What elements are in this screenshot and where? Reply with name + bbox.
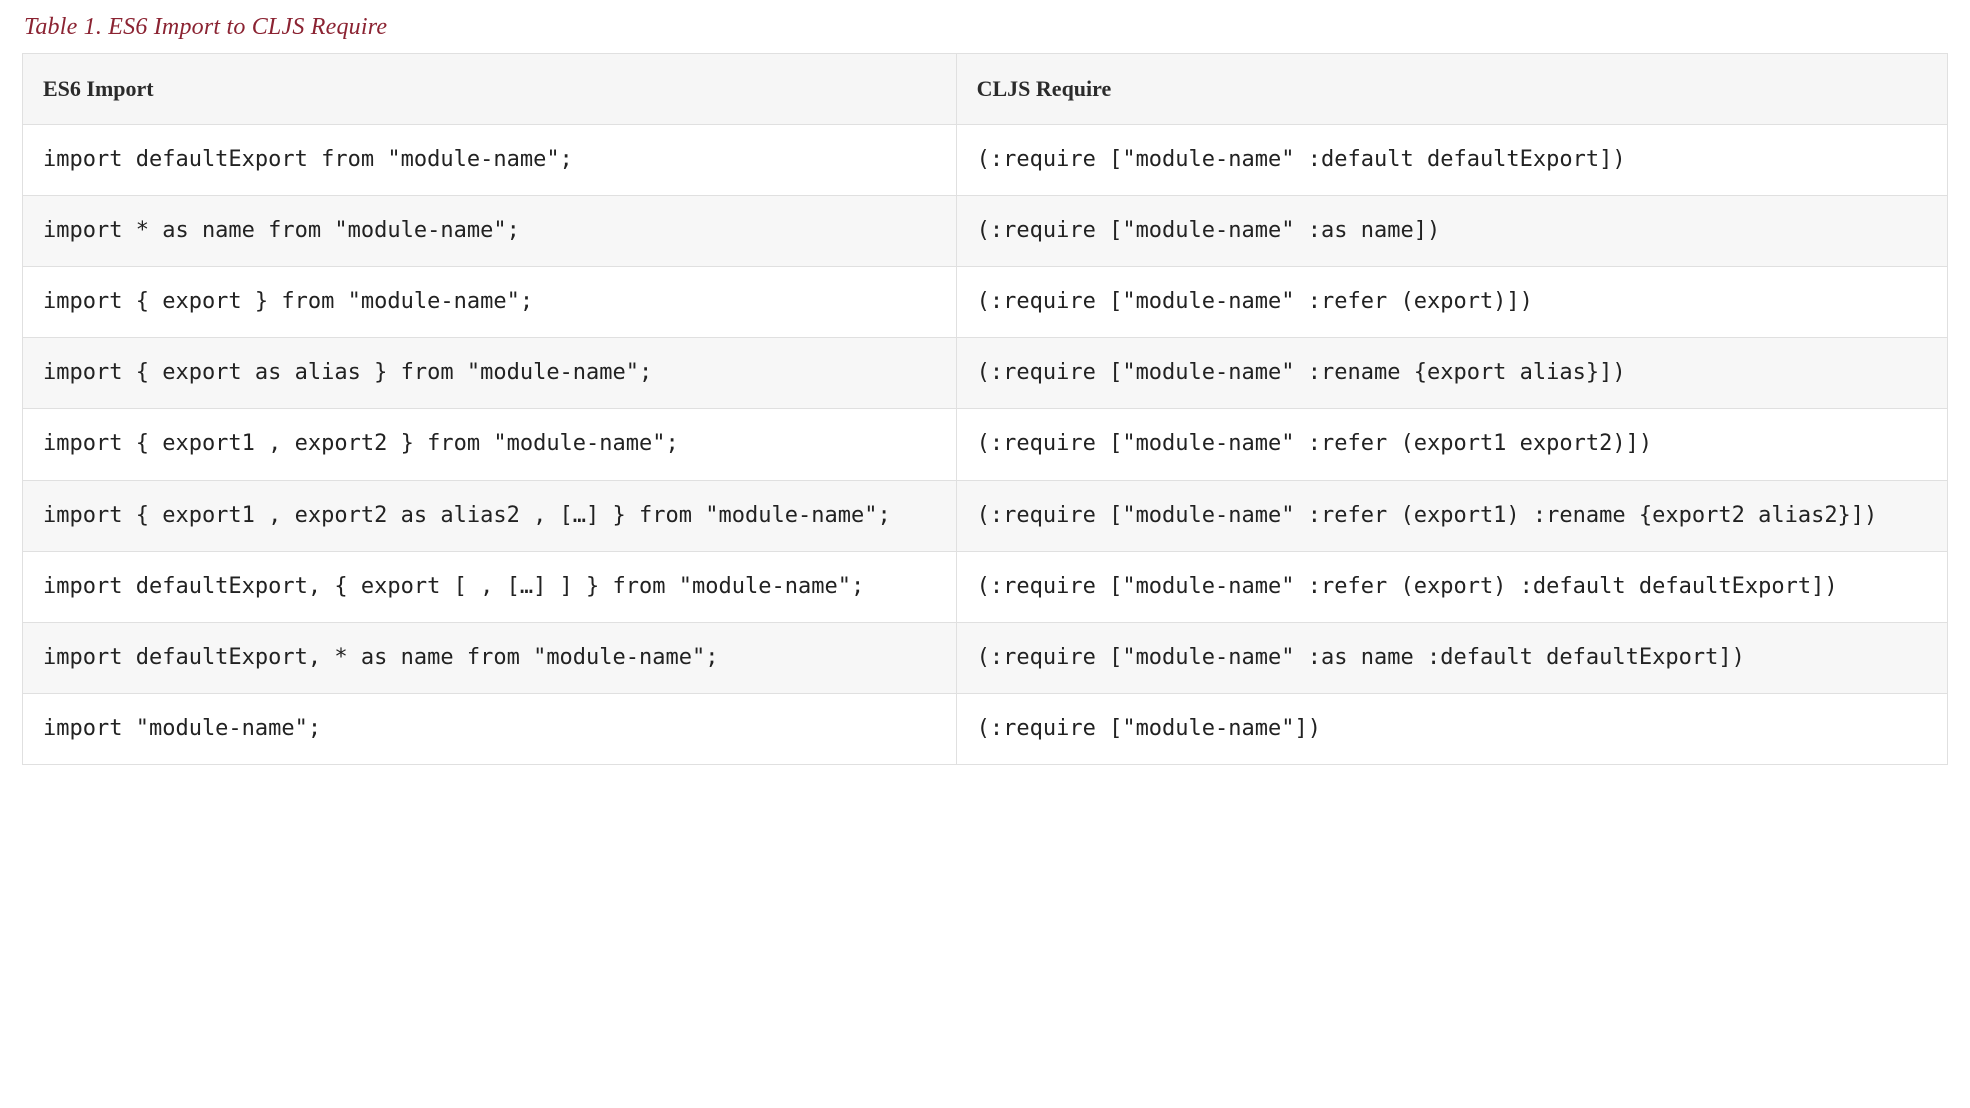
cell-cljs: (:require ["module-name" :default defaul… xyxy=(956,125,1947,196)
cell-es6: import * as name from "module-name"; xyxy=(23,196,957,267)
table-row: import { export } from "module-name"; (:… xyxy=(23,267,1948,338)
cell-es6: import defaultExport, * as name from "mo… xyxy=(23,622,957,693)
cell-es6: import { export } from "module-name"; xyxy=(23,267,957,338)
table-row: import defaultExport, * as name from "mo… xyxy=(23,622,1948,693)
cell-cljs: (:require ["module-name" :rename {export… xyxy=(956,338,1947,409)
cell-cljs: (:require ["module-name" :as name :defau… xyxy=(956,622,1947,693)
cell-cljs: (:require ["module-name"]) xyxy=(956,693,1947,764)
header-cljs: CLJS Require xyxy=(956,54,1947,125)
header-es6: ES6 Import xyxy=(23,54,957,125)
cell-cljs: (:require ["module-name" :refer (export1… xyxy=(956,409,1947,480)
import-require-table: ES6 Import CLJS Require import defaultEx… xyxy=(22,53,1948,765)
table-caption: Table 1. ES6 Import to CLJS Require xyxy=(24,14,1948,41)
table-row: import { export1 , export2 } from "modul… xyxy=(23,409,1948,480)
cell-cljs: (:require ["module-name" :refer (export)… xyxy=(956,551,1947,622)
cell-es6: import "module-name"; xyxy=(23,693,957,764)
cell-cljs: (:require ["module-name" :refer (export)… xyxy=(956,267,1947,338)
table-row: import defaultExport from "module-name";… xyxy=(23,125,1948,196)
table-row: import * as name from "module-name"; (:r… xyxy=(23,196,1948,267)
cell-es6: import defaultExport, { export [ , […] ]… xyxy=(23,551,957,622)
table-row: import { export as alias } from "module-… xyxy=(23,338,1948,409)
cell-es6: import defaultExport from "module-name"; xyxy=(23,125,957,196)
table-row: import "module-name"; (:require ["module… xyxy=(23,693,1948,764)
cell-cljs: (:require ["module-name" :as name]) xyxy=(956,196,1947,267)
cell-es6: import { export as alias } from "module-… xyxy=(23,338,957,409)
cell-es6: import { export1 , export2 } from "modul… xyxy=(23,409,957,480)
cell-es6: import { export1 , export2 as alias2 , [… xyxy=(23,480,957,551)
table-header-row: ES6 Import CLJS Require xyxy=(23,54,1948,125)
table-row: import { export1 , export2 as alias2 , [… xyxy=(23,480,1948,551)
cell-cljs: (:require ["module-name" :refer (export1… xyxy=(956,480,1947,551)
table-row: import defaultExport, { export [ , […] ]… xyxy=(23,551,1948,622)
